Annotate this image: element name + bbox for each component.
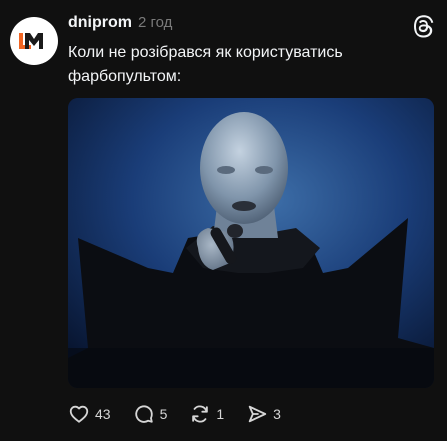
post-timestamp: 2 год	[138, 14, 173, 31]
avatar[interactable]	[10, 17, 58, 65]
like-button[interactable]: 43	[68, 403, 111, 425]
reply-button[interactable]: 5	[133, 403, 168, 425]
share-button[interactable]: 3	[246, 403, 281, 425]
reply-count: 5	[159, 406, 168, 422]
share-icon	[248, 405, 267, 423]
post-header: dniprom 2 год	[68, 14, 172, 32]
repost-button[interactable]: 1	[189, 403, 224, 425]
post-image[interactable]	[68, 98, 434, 388]
repost-count: 1	[216, 406, 225, 422]
share-count: 3	[273, 406, 281, 422]
like-count: 43	[95, 406, 111, 422]
dm-logo-icon	[19, 33, 43, 49]
threads-icon[interactable]	[411, 14, 435, 38]
comment-icon	[134, 405, 153, 423]
post-text: Коли не розібрався як користуватись фарб…	[68, 44, 343, 85]
username[interactable]: dniprom	[68, 14, 132, 32]
repost-icon	[192, 405, 209, 423]
action-bar: 43 5 1 3	[68, 403, 281, 425]
heart-icon	[69, 405, 89, 423]
